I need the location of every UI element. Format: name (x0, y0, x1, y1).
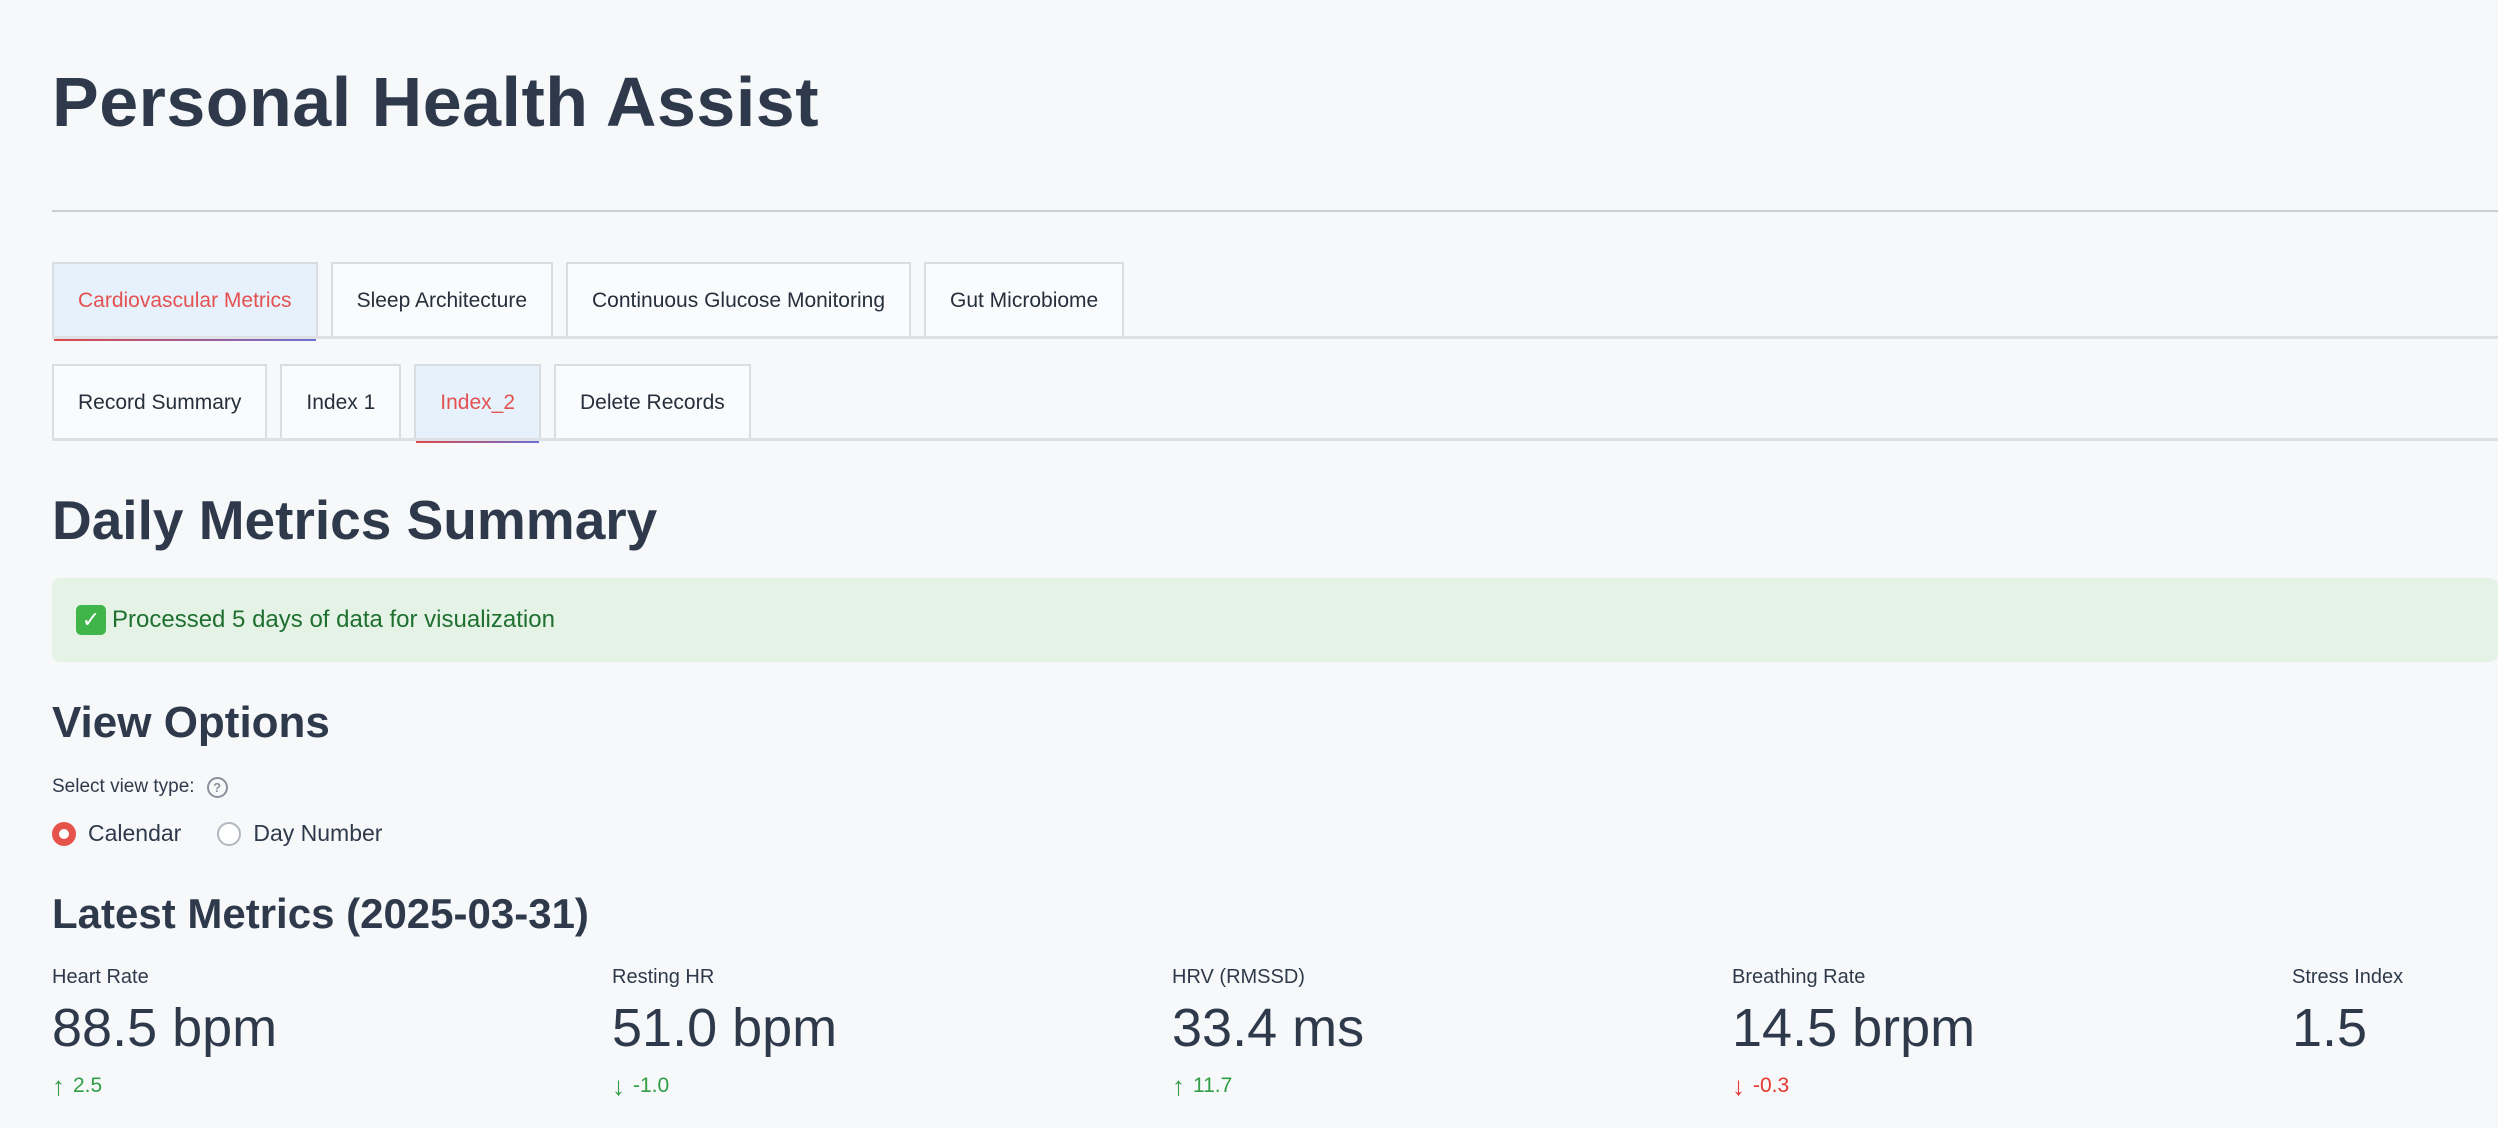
tab-label: Index_2 (440, 391, 516, 414)
latest-metrics-heading: Latest Metrics (2025-03-31) (52, 890, 589, 937)
metric-delta-value: -0.3 (1753, 1074, 1790, 1097)
help-icon[interactable]: ? (206, 776, 228, 798)
arrow-down-icon: ↓ (612, 1071, 625, 1101)
tab-index-1[interactable]: Index 1 (280, 364, 402, 440)
radio-label: Calendar (88, 820, 182, 846)
metric-delta: ↑ 11.7 (1172, 1073, 1364, 1099)
tab-index-2[interactable]: Index_2 (414, 364, 542, 443)
arrow-up-icon: ↑ (1172, 1071, 1185, 1101)
metric-delta-value: 11.7 (1193, 1074, 1233, 1097)
tab-record-summary[interactable]: Record Summary (52, 364, 268, 440)
metric-stress-index: Stress Index 1.5 (2292, 966, 2403, 1055)
metric-delta-value: -1.0 (633, 1074, 670, 1097)
tab-gut-microbiome[interactable]: Gut Microbiome (924, 262, 1125, 338)
success-message: Processed 5 days of data for visualizati… (112, 606, 555, 633)
metric-value: 51.0 bpm (612, 998, 838, 1058)
tab-continuous-glucose-monitoring[interactable]: Continuous Glucose Monitoring (566, 262, 911, 338)
metric-resting-hr: Resting HR 51.0 bpm ↓ -1.0 (612, 966, 837, 1099)
view-type-label: Select view type: ? (52, 776, 228, 798)
tab-label: Cardiovascular Metrics (78, 289, 292, 312)
metric-value: 1.5 (2292, 998, 2368, 1058)
tab-sleep-architecture[interactable]: Sleep Architecture (330, 262, 553, 338)
success-alert: ✓ Processed 5 days of data for visualiza… (52, 578, 2498, 662)
metric-label: Resting HR (612, 966, 715, 988)
tab-label: Continuous Glucose Monitoring (592, 289, 885, 312)
arrow-up-icon: ↑ (52, 1071, 65, 1101)
view-type-radio-group: Calendar Day Number (52, 820, 382, 847)
metric-label: Breathing Rate (1732, 966, 1866, 988)
metric-breathing-rate: Breathing Rate 14.5 brpm ↓ -0.3 (1732, 966, 1975, 1099)
metric-label: HRV (RMSSD) (1172, 966, 1305, 988)
tab-label: Index 1 (306, 391, 376, 414)
radio-button[interactable] (217, 821, 242, 846)
main-tabbar-divider (52, 336, 2498, 339)
metric-delta: ↑ 2.5 (52, 1073, 277, 1099)
tab-label: Gut Microbiome (950, 289, 1099, 312)
sub-tabbar-divider (52, 438, 2498, 441)
title-divider (52, 210, 2498, 212)
main-tabbar: Cardiovascular Metrics Sleep Architectur… (52, 262, 1125, 341)
radio-label: Day Number (253, 820, 383, 846)
radio-calendar[interactable]: Calendar (52, 820, 181, 847)
app-title: Personal Health Assist (52, 63, 820, 141)
radio-day-number[interactable]: Day Number (217, 820, 382, 847)
tab-label: Record Summary (78, 391, 242, 414)
arrow-down-icon: ↓ (1732, 1071, 1745, 1101)
metric-hrv-rmssd: HRV (RMSSD) 33.4 ms ↑ 11.7 (1172, 966, 1364, 1099)
tab-delete-records[interactable]: Delete Records (554, 364, 751, 440)
metric-value: 14.5 brpm (1732, 998, 1976, 1058)
tab-label: Delete Records (580, 391, 725, 414)
metric-delta-value: 2.5 (73, 1074, 103, 1097)
metric-delta: ↓ -1.0 (612, 1073, 837, 1099)
metric-delta: ↓ -0.3 (1732, 1073, 1975, 1099)
check-icon: ✓ (76, 605, 106, 635)
radio-button-checked[interactable] (52, 821, 76, 846)
view-options-heading: View Options (52, 698, 330, 747)
view-type-label-text: Select view type: (52, 776, 195, 797)
tab-cardiovascular-metrics[interactable]: Cardiovascular Metrics (52, 262, 318, 341)
daily-metrics-heading: Daily Metrics Summary (52, 489, 658, 551)
metric-heart-rate: Heart Rate 88.5 bpm ↑ 2.5 (52, 966, 277, 1099)
tab-label: Sleep Architecture (356, 289, 527, 312)
metric-label: Stress Index (2292, 966, 2404, 988)
app-page: Personal Health Assist Cardiovascular Me… (0, 0, 2498, 1128)
metric-label: Heart Rate (52, 966, 149, 988)
metric-value: 33.4 ms (1172, 998, 1365, 1058)
metric-value: 88.5 bpm (52, 998, 278, 1058)
sub-tabbar: Record Summary Index 1 Index_2 Delete Re… (52, 364, 751, 443)
